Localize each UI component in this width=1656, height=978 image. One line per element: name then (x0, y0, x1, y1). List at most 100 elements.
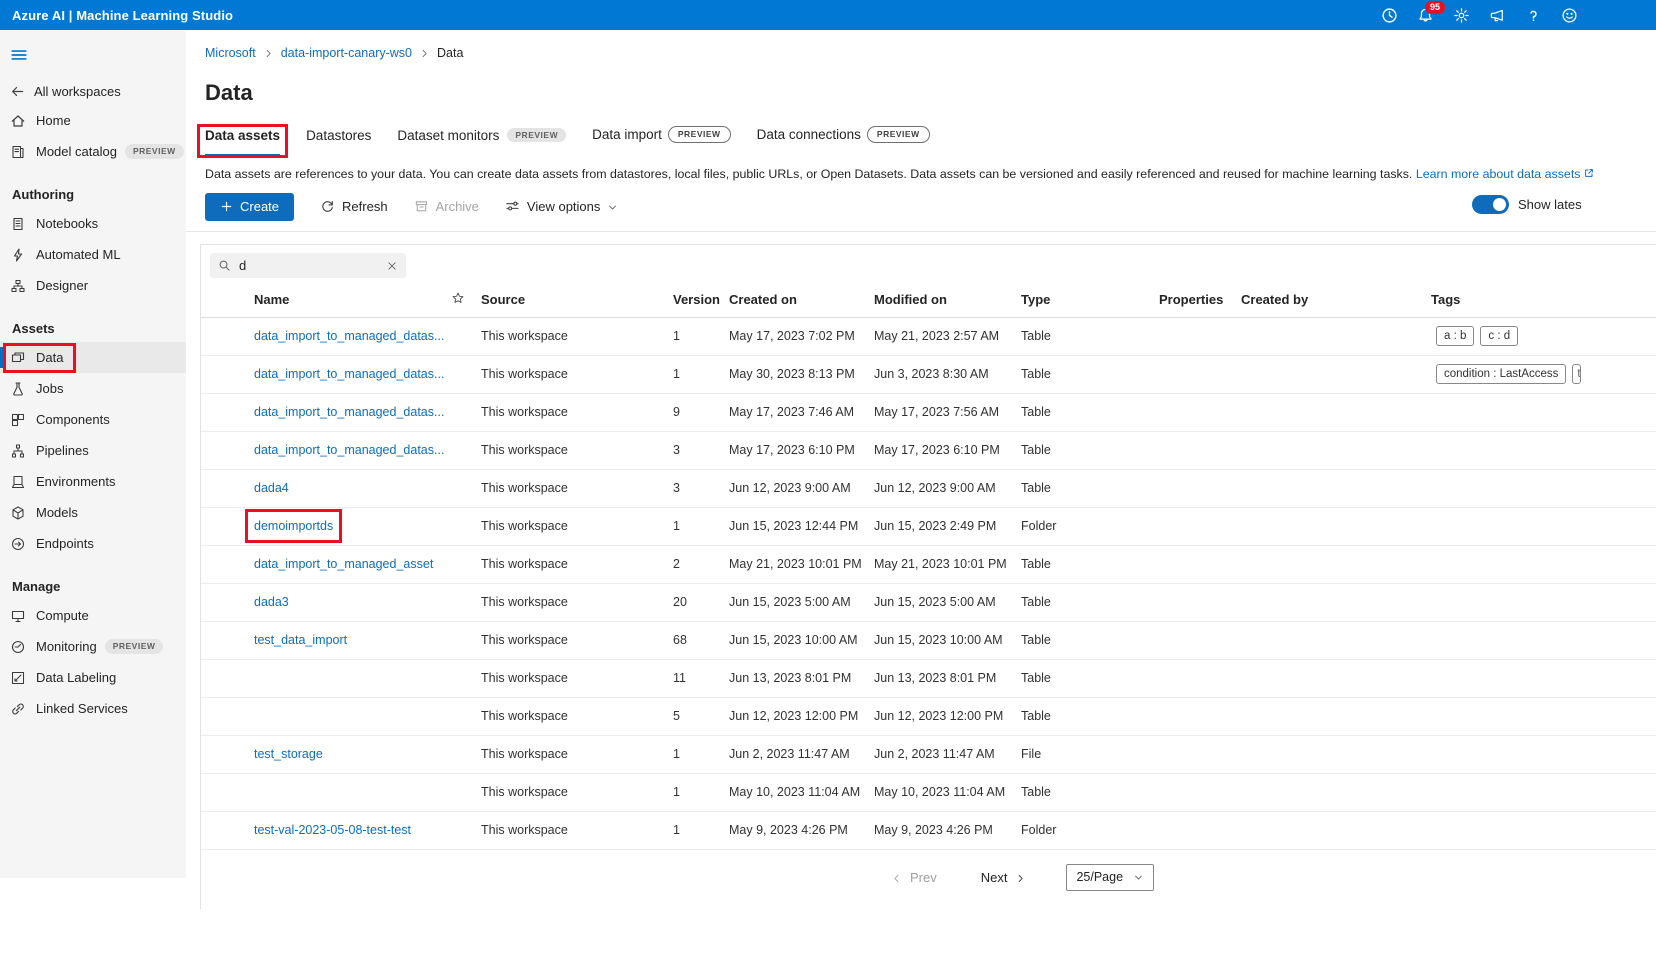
hamburger-menu-icon[interactable] (10, 46, 28, 64)
sidebar-item-label: Environments (36, 474, 115, 489)
sidebar-item-label: Monitoring (36, 639, 97, 654)
cell-modified-on: Jun 15, 2023 10:00 AM (874, 633, 1021, 647)
breadcrumb-item[interactable]: data-import-canary-ws0 (281, 46, 412, 60)
sidebar-item-monitoring[interactable]: MonitoringPREVIEW (0, 631, 186, 662)
next-page-button[interactable]: Next (981, 870, 1027, 885)
column-header-properties: Properties (1159, 292, 1241, 307)
cell-version: 20 (673, 595, 729, 609)
breadcrumb-item: Data (437, 46, 463, 60)
sidebar: All workspaces HomeModel catalogPREVIEW A… (0, 30, 186, 878)
sidebar-item-label: Compute (36, 608, 89, 623)
sidebar-item-data-labeling[interactable]: Data Labeling (0, 662, 186, 693)
breadcrumb-item[interactable]: Microsoft (205, 46, 256, 60)
sidebar-item-models[interactable]: Models (0, 497, 186, 528)
search-box[interactable] (210, 253, 406, 278)
sidebar-item-designer[interactable]: Designer (0, 270, 186, 301)
sidebar-item-model-catalog[interactable]: Model catalogPREVIEW (0, 136, 186, 167)
tab-bar: Data assets Datastores Dataset monitorsPRE… (186, 106, 1656, 157)
sidebar-item-endpoints[interactable]: Endpoints (0, 528, 186, 559)
create-button[interactable]: Create (205, 193, 294, 221)
table-row[interactable]: dada4This workspace3Jun 12, 2023 9:00 AM… (201, 470, 1656, 508)
sidebar-item-label: Pipelines (36, 443, 89, 458)
cell-name: data_import_to_managed_datas... (254, 443, 451, 457)
cell-version: 1 (673, 823, 729, 837)
sidebar-item-data[interactable]: Data (0, 342, 186, 373)
data-asset-link[interactable]: data_import_to_managed_datas... (254, 405, 444, 419)
sidebar-item-environments[interactable]: Environments (0, 466, 186, 497)
pipelines-icon (10, 443, 26, 459)
table-row[interactable]: data_import_to_managed_datas...This work… (201, 432, 1656, 470)
learn-more-link[interactable]: Learn more about data assets (1416, 167, 1596, 181)
prev-page-button[interactable]: Prev (891, 870, 937, 885)
tab-label: Dataset monitors (397, 128, 499, 143)
main-content: Microsoft data-import-canary-ws0 Data Data… (186, 30, 1656, 878)
megaphone-icon[interactable] (1489, 7, 1506, 24)
cell-created-on: May 10, 2023 11:04 AM (729, 785, 874, 799)
data-asset-link[interactable]: test-val-2023-05-08-test-test (254, 823, 411, 837)
breadcrumb-chevron-icon (263, 48, 274, 59)
table-row[interactable]: data_import_to_managed_datas...This work… (201, 394, 1656, 432)
sidebar-item-pipelines[interactable]: Pipelines (0, 435, 186, 466)
table-row[interactable]: test_storageThis workspace1Jun 2, 2023 1… (201, 736, 1656, 774)
sidebar-item-jobs[interactable]: Jobs (0, 373, 186, 404)
table-row[interactable]: demoimportdsThis workspace1Jun 15, 2023 … (201, 508, 1656, 546)
cell-created-on: Jun 13, 2023 8:01 PM (729, 671, 874, 685)
table-row[interactable]: dada3This workspace20Jun 15, 2023 5:00 A… (201, 584, 1656, 622)
table-row[interactable]: test-val-2023-05-08-test-testThis worksp… (201, 812, 1656, 850)
smiley-icon[interactable] (1561, 7, 1578, 24)
sidebar-item-label: Data Labeling (36, 670, 116, 685)
tab-data-import[interactable]: Data importPREVIEW (592, 126, 730, 157)
bell-icon[interactable]: 95 (1417, 7, 1434, 24)
sidebar-item-label: Jobs (36, 381, 63, 396)
table-row[interactable]: This workspace11Jun 13, 2023 8:01 PMJun … (201, 660, 1656, 698)
refresh-button[interactable]: Refresh (320, 193, 388, 221)
cell-name: data_import_to_managed_asset (254, 557, 451, 571)
page-size-dropdown[interactable]: 25/Page (1066, 864, 1154, 891)
table-row[interactable]: This workspace5Jun 12, 2023 12:00 PMJun … (201, 698, 1656, 736)
data-asset-link[interactable]: test_storage (254, 747, 323, 761)
table-row[interactable]: data_import_to_managed_datas...This work… (201, 356, 1656, 394)
sidebar-item-components[interactable]: Components (0, 404, 186, 435)
tab-dataset-monitors[interactable]: Dataset monitorsPREVIEW (397, 128, 566, 157)
view-options-icon (505, 199, 520, 214)
data-asset-link[interactable]: demoimportds (254, 519, 333, 533)
tab-label: Data assets (205, 128, 280, 143)
search-input[interactable] (239, 258, 378, 273)
cell-version: 1 (673, 785, 729, 799)
cell-source: This workspace (481, 329, 673, 343)
data-asset-link[interactable]: data_import_to_managed_asset (254, 557, 433, 571)
cell-source: This workspace (481, 747, 673, 761)
data-asset-link[interactable]: test_data_import (254, 633, 347, 647)
data-asset-link[interactable]: data_import_to_managed_datas... (254, 443, 444, 457)
sidebar-item-home[interactable]: Home (0, 105, 186, 136)
sidebar-item-linked-services[interactable]: Linked Services (0, 693, 186, 724)
gear-icon[interactable] (1453, 7, 1470, 24)
cell-type: Table (1021, 443, 1159, 457)
help-icon[interactable] (1525, 7, 1542, 24)
clear-search-icon[interactable] (386, 259, 398, 271)
data-asset-link[interactable]: data_import_to_managed_datas... (254, 367, 444, 381)
sidebar-item-label: Automated ML (36, 247, 121, 262)
sidebar-item-label: Designer (36, 278, 88, 293)
table-row[interactable]: This workspace1May 10, 2023 11:04 AMMay … (201, 774, 1656, 812)
data-asset-link[interactable]: dada4 (254, 481, 289, 495)
show-latest-toggle[interactable] (1472, 195, 1509, 214)
cell-created-on: Jun 15, 2023 12:44 PM (729, 519, 874, 533)
table-row[interactable]: data_import_to_managed_assetThis workspa… (201, 546, 1656, 584)
clock-icon[interactable] (1381, 7, 1398, 24)
sidebar-item-notebooks[interactable]: Notebooks (0, 208, 186, 239)
sidebar-item-compute[interactable]: Compute (0, 600, 186, 631)
archive-button[interactable]: Archive (414, 193, 479, 221)
data-asset-link[interactable]: data_import_to_managed_datas... (254, 329, 444, 343)
all-workspaces-back[interactable]: All workspaces (0, 78, 186, 105)
sidebar-section-manage: Manage (0, 559, 186, 600)
data-asset-link[interactable]: dada3 (254, 595, 289, 609)
tab-data-connections[interactable]: Data connectionsPREVIEW (757, 126, 930, 157)
tab-data-assets[interactable]: Data assets (205, 128, 280, 157)
external-link-icon (1583, 167, 1595, 179)
table-row[interactable]: data_import_to_managed_datas... This work… (201, 318, 1656, 356)
table-row[interactable]: test_data_importThis workspace68Jun 15, … (201, 622, 1656, 660)
view-options-button[interactable]: View options (505, 193, 618, 221)
tab-datastores[interactable]: Datastores (306, 128, 371, 157)
sidebar-item-automated-ml[interactable]: Automated ML (0, 239, 186, 270)
